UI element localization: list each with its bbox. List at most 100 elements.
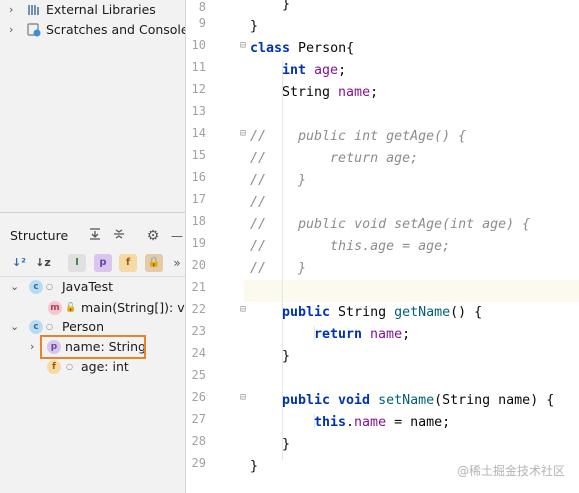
line-number: 8 <box>198 0 206 14</box>
project-item-external-libraries[interactable]: › External Libraries <box>0 0 185 20</box>
brace: } <box>282 437 291 452</box>
panel-divider[interactable] <box>0 212 185 213</box>
field-name: name <box>338 85 371 100</box>
punct: ; <box>338 63 347 78</box>
line-number: 15 <box>191 148 206 162</box>
punct: . <box>346 415 355 430</box>
line-number: 25 <box>191 368 206 382</box>
line-number: 13 <box>191 104 206 118</box>
code-line: String name; <box>282 82 378 104</box>
line-number: 14 <box>191 126 206 140</box>
chevron-down-icon[interactable]: ⌄ <box>10 277 19 297</box>
method-icon: m <box>48 301 62 315</box>
code-line: } <box>250 456 258 478</box>
code-line: public void setName(String name) { <box>282 390 554 412</box>
code-line: public String getName() { <box>282 302 482 324</box>
line-number: 23 <box>191 324 206 338</box>
keyword: public <box>282 305 339 320</box>
code-line: class Person{ <box>250 38 354 60</box>
structure-title: Structure <box>10 228 69 243</box>
line-number: 19 <box>191 236 206 250</box>
tree-label: main(String[]): voi <box>81 300 186 315</box>
code-editor[interactable]: } } class Person{ int age; String name; … <box>244 0 579 493</box>
line-number: 16 <box>191 170 206 184</box>
punct: = name; <box>386 415 451 430</box>
keyword: class <box>250 41 299 56</box>
project-item-label: Scratches and Consoles <box>46 22 186 37</box>
line-number: 22 <box>191 302 206 316</box>
line-number: 11 <box>191 60 206 74</box>
tree-row-javatest[interactable]: ⌄ c ○ JavaTest <box>0 277 185 297</box>
show-inherited-icon[interactable]: I <box>68 254 86 272</box>
expand-all-icon[interactable] <box>86 227 104 245</box>
line-number: 21 <box>191 280 206 294</box>
code-line: int age; <box>282 60 346 82</box>
line-number: 20 <box>191 258 206 272</box>
code-line: } <box>282 346 290 368</box>
tree-label: age: int <box>81 359 129 374</box>
line-number: 29 <box>191 456 206 470</box>
project-item-scratches[interactable]: › Scratches and Consoles <box>0 20 186 40</box>
package-private-icon: ○ <box>46 322 53 331</box>
tree-label: JavaTest <box>62 279 114 294</box>
line-number: 10 <box>191 38 206 52</box>
show-properties-icon[interactable]: p <box>94 254 112 272</box>
scratches-icon <box>27 23 41 37</box>
tree-label: Person <box>62 319 105 334</box>
gear-icon[interactable]: ⚙ <box>144 227 162 245</box>
field-icon: f <box>47 360 61 374</box>
class-name: Person{ <box>298 41 355 56</box>
keyword: int <box>282 63 315 78</box>
keyword: this <box>314 415 347 430</box>
punct: ; <box>370 85 379 100</box>
tree-row-age-field[interactable]: f ○ age: int <box>0 357 185 377</box>
show-fields-icon[interactable]: f <box>119 254 137 272</box>
watermark: @稀土掘金技术社区 <box>456 464 565 478</box>
field-name: age <box>314 63 339 78</box>
brace: } <box>250 19 259 34</box>
line-number-gutter: 8 9 10 11 12 13 14 15 16 17 18 19 20 21 … <box>186 0 246 493</box>
tree-row-person[interactable]: ⌄ c ○ Person <box>0 317 185 337</box>
sort-alphabetically-icon[interactable]: ↓z <box>34 254 52 272</box>
code-line: } <box>282 434 290 456</box>
keyword: public void <box>282 393 379 408</box>
line-number: 12 <box>191 82 206 96</box>
code-line: } <box>250 16 258 38</box>
public-lock-icon: 🔓 <box>65 303 77 313</box>
punct: (String name) { <box>434 393 555 408</box>
comment-line: // return age; <box>250 151 419 166</box>
chevron-right-icon[interactable]: › <box>30 337 34 357</box>
line-number: 24 <box>191 346 206 360</box>
sort-by-type-icon[interactable]: ↓² <box>10 254 28 272</box>
comment-line: // public int getAge() { <box>250 129 467 144</box>
method-name: getName <box>394 305 451 320</box>
type-name: String <box>282 85 339 100</box>
comment-line: // } <box>250 173 307 188</box>
keyword: return <box>314 327 371 342</box>
lock-icon[interactable]: 🔒 <box>145 254 163 272</box>
class-icon: c <box>29 320 43 334</box>
comment-line: // <box>250 195 267 210</box>
line-number: 28 <box>191 434 206 448</box>
field-name: name <box>354 415 387 430</box>
comment-line: // this.age = age; <box>250 239 451 254</box>
line-number: 26 <box>191 390 206 404</box>
type-name: String <box>338 305 395 320</box>
line-number: 18 <box>191 214 206 228</box>
punct: () { <box>450 305 483 320</box>
structure-toolbar: ↓² ↓z I p f 🔒 » <box>0 250 185 277</box>
line-number: 17 <box>191 192 206 206</box>
collapse-all-icon[interactable] <box>110 227 128 245</box>
line-number: 27 <box>191 412 206 426</box>
line-number: 9 <box>198 16 206 30</box>
comment-line: // } <box>250 261 307 276</box>
brace: } <box>282 349 291 364</box>
library-icon <box>28 5 39 15</box>
chevron-right-icon[interactable]: › <box>9 0 19 20</box>
tree-row-main[interactable]: m 🔓 main(String[]): voi <box>0 298 186 318</box>
chevron-right-icon[interactable]: › <box>9 20 19 40</box>
code-line: this.name = name; <box>314 412 450 434</box>
punct: ; <box>402 327 411 342</box>
code-line: return name; <box>314 324 410 346</box>
chevron-down-icon[interactable]: ⌄ <box>10 317 19 337</box>
